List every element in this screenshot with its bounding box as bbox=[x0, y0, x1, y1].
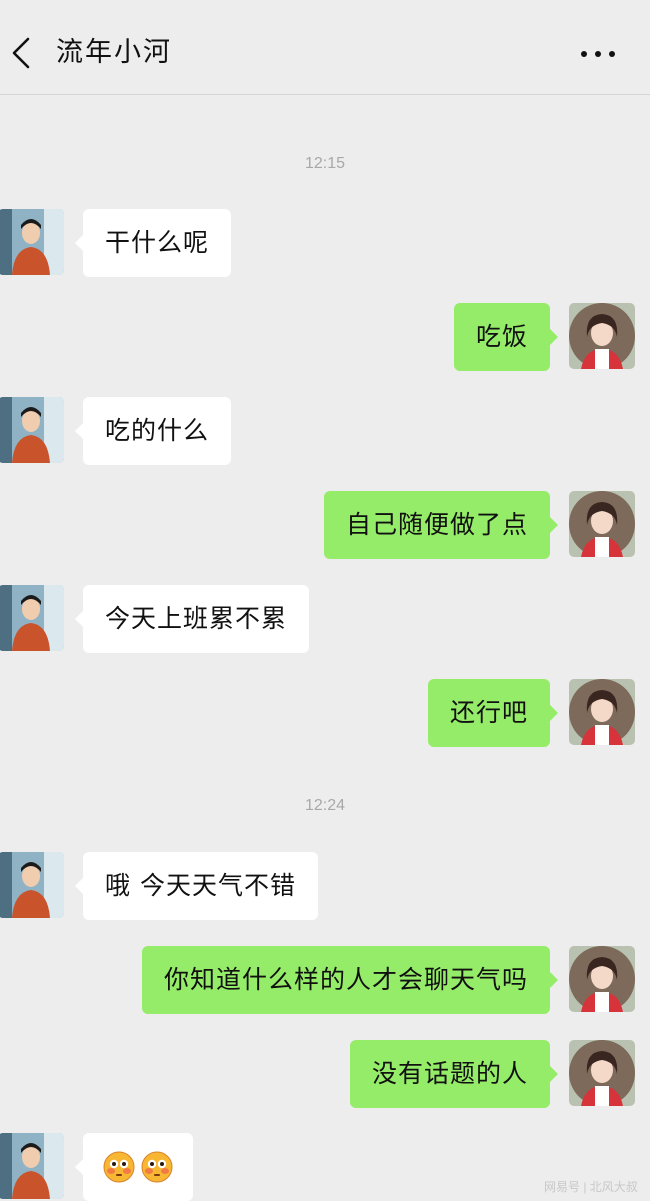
received-emoji-bubble[interactable] bbox=[75, 1133, 193, 1201]
more-button[interactable] bbox=[578, 40, 618, 68]
back-button[interactable] bbox=[8, 34, 38, 72]
contact-avatar[interactable] bbox=[0, 1133, 64, 1199]
sent-message-bubble[interactable]: 还行吧 bbox=[427, 679, 559, 747]
watermark: 网易号 | 北风大叔 bbox=[544, 1180, 638, 1194]
more-dots-icon bbox=[581, 51, 615, 57]
chat-header: 流年小河 bbox=[0, 0, 650, 95]
my-avatar[interactable] bbox=[569, 1040, 635, 1106]
flushed-face-emoji bbox=[103, 1151, 135, 1183]
received-message-bubble[interactable]: 哦 今天天气不错 bbox=[75, 852, 318, 920]
contact-avatar[interactable] bbox=[0, 852, 64, 918]
contact-avatar[interactable] bbox=[0, 397, 64, 463]
sent-message-bubble[interactable]: 没有话题的人 bbox=[349, 1040, 559, 1108]
timestamp: 12:24 bbox=[304, 797, 346, 814]
my-avatar[interactable] bbox=[569, 679, 635, 745]
timestamp: 12:15 bbox=[304, 155, 346, 172]
my-avatar[interactable] bbox=[569, 491, 635, 557]
sent-message-bubble[interactable]: 吃饭 bbox=[453, 303, 559, 371]
sent-message-bubble[interactable]: 自己随便做了点 bbox=[323, 491, 559, 559]
my-avatar[interactable] bbox=[569, 303, 635, 369]
chat-title: 流年小河 bbox=[56, 37, 172, 68]
received-message-bubble[interactable]: 吃的什么 bbox=[74, 397, 232, 465]
chevron-left-icon bbox=[12, 37, 30, 69]
flushed-face-emoji bbox=[141, 1151, 173, 1183]
contact-avatar[interactable] bbox=[0, 209, 64, 275]
contact-avatar[interactable] bbox=[0, 585, 64, 651]
sent-message-bubble[interactable]: 你知道什么样的人才会聊天气吗 bbox=[141, 946, 559, 1014]
received-message-bubble[interactable]: 干什么呢 bbox=[74, 209, 232, 277]
my-avatar[interactable] bbox=[569, 946, 635, 1012]
received-message-bubble[interactable]: 今天上班累不累 bbox=[74, 585, 310, 653]
